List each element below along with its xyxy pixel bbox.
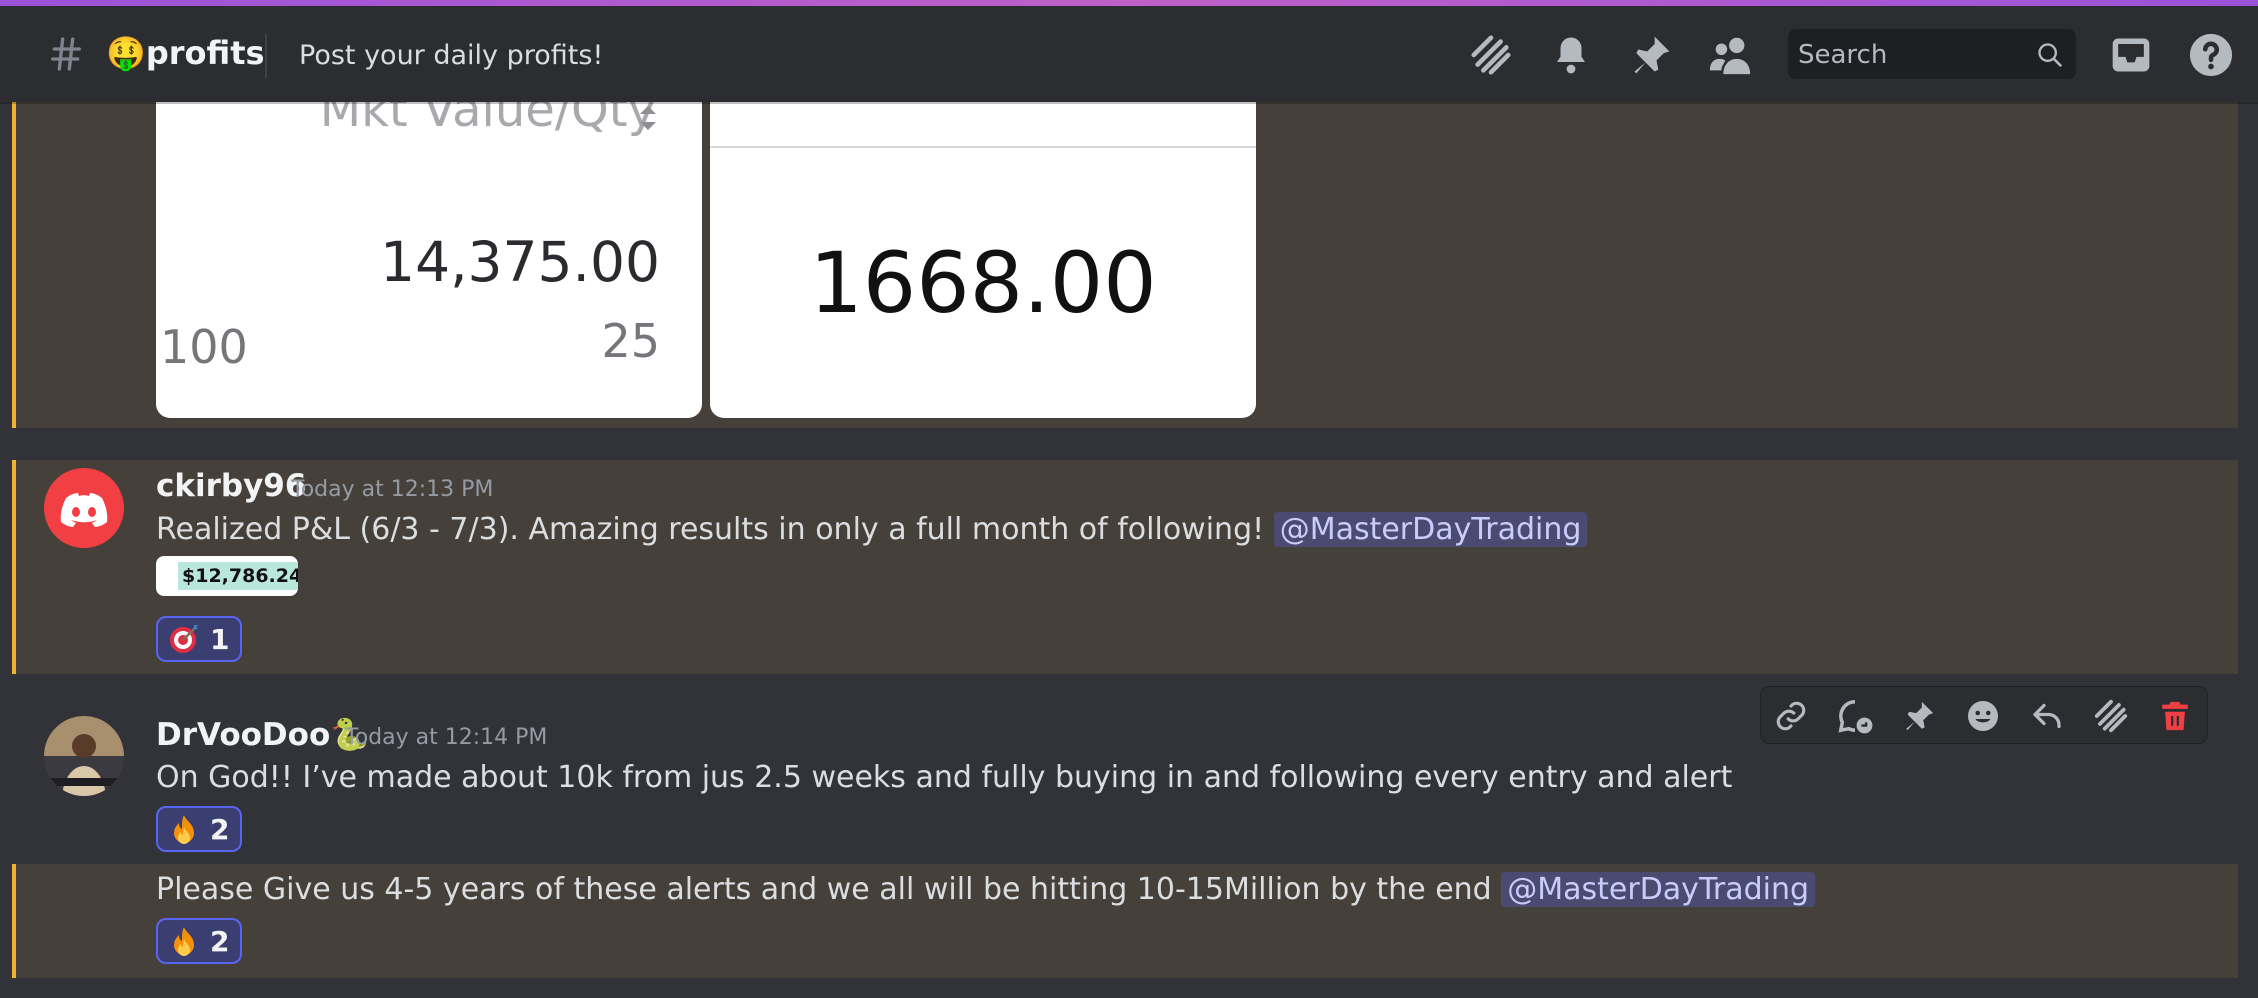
header-divider	[265, 34, 267, 78]
message-content: Please Give us 4-5 years of these alerts…	[156, 872, 1816, 907]
attachment-image[interactable]: $12,786.24	[156, 556, 298, 596]
qty-left: 100	[160, 320, 248, 374]
mkt-value: 14,375.00	[380, 230, 660, 294]
help-icon[interactable]	[2186, 30, 2236, 80]
message-text: On God!! I’ve made about 10k from jus 2.…	[156, 760, 1733, 795]
direct-hit-icon	[170, 625, 198, 653]
member-list-icon[interactable]	[1706, 30, 1756, 80]
reaction-count: 1	[210, 622, 230, 656]
person-avatar-icon	[44, 716, 124, 796]
avatar[interactable]	[44, 716, 124, 796]
attachment-value: $12,786.24	[178, 562, 298, 590]
column-header: Mkt Value/Qty	[320, 102, 656, 138]
hash-icon	[51, 37, 82, 71]
reply-icon[interactable]	[2025, 694, 2069, 738]
channel-header: 🤑profits Post your daily profits!	[0, 6, 2258, 102]
delete-icon[interactable]	[2153, 694, 2197, 738]
fire-icon	[174, 927, 194, 956]
search-box[interactable]	[1788, 29, 2076, 81]
sort-icon	[640, 106, 656, 130]
reaction-button[interactable]: 2	[156, 806, 242, 852]
search-input[interactable]	[1788, 29, 2030, 81]
inbox-icon[interactable]	[2106, 30, 2156, 80]
username[interactable]: ckirby96	[156, 468, 306, 504]
timestamp: Today at 12:13 PM	[291, 477, 494, 502]
message-list: Mkt Value/Qty 14,375.00 100 25 1668.00 c…	[0, 102, 2258, 998]
card-divider	[710, 146, 1256, 148]
reaction-button[interactable]: 1	[156, 616, 242, 662]
embed-image-right[interactable]: 1668.00	[710, 102, 1256, 418]
avatar[interactable]	[44, 468, 124, 548]
channel-name-text: profits	[145, 34, 265, 72]
pin-message-icon[interactable]	[1897, 694, 1941, 738]
channel-emoji: 🤑	[106, 34, 146, 72]
message-actions-toolbar	[1760, 686, 2208, 744]
reaction-button[interactable]: 2	[156, 918, 242, 964]
add-reaction-icon[interactable]	[1961, 694, 2005, 738]
username-text: DrVooDoo	[156, 717, 331, 753]
search-icon	[2038, 43, 2062, 67]
username[interactable]: DrVooDoo🐍	[156, 716, 369, 753]
discord-logo-icon	[60, 493, 108, 527]
pin-icon[interactable]	[1626, 30, 1676, 80]
user-mention[interactable]: @MasterDayTrading	[1501, 872, 1816, 907]
message-content: Realized P&L (6/3 - 7/3). Amazing result…	[156, 512, 1588, 547]
channel-name: 🤑profits	[106, 34, 265, 72]
reaction-count: 2	[210, 812, 230, 846]
timestamp: Today at 12:14 PM	[345, 725, 548, 750]
reaction-count: 2	[210, 924, 230, 958]
qty-right: 25	[601, 314, 660, 368]
embed-image-left[interactable]: Mkt Value/Qty 14,375.00 100 25	[156, 102, 702, 418]
message-text: Realized P&L (6/3 - 7/3). Amazing result…	[156, 512, 1265, 547]
reply-thread-icon[interactable]	[1833, 694, 1877, 738]
bell-icon[interactable]	[1546, 30, 1596, 80]
position-value: 1668.00	[809, 234, 1157, 332]
channel-topic: Post your daily profits!	[299, 40, 604, 71]
copy-link-icon[interactable]	[1769, 694, 1813, 738]
create-thread-icon[interactable]	[2089, 694, 2133, 738]
message-content: On God!! I’ve made about 10k from jus 2.…	[156, 760, 1732, 795]
message-text: Please Give us 4-5 years of these alerts…	[156, 872, 1492, 907]
column-header-label: Mkt Value/Qty	[319, 102, 656, 138]
fire-icon	[174, 815, 194, 844]
threads-icon[interactable]	[1466, 30, 1516, 80]
user-mention[interactable]: @MasterDayTrading	[1273, 512, 1588, 547]
